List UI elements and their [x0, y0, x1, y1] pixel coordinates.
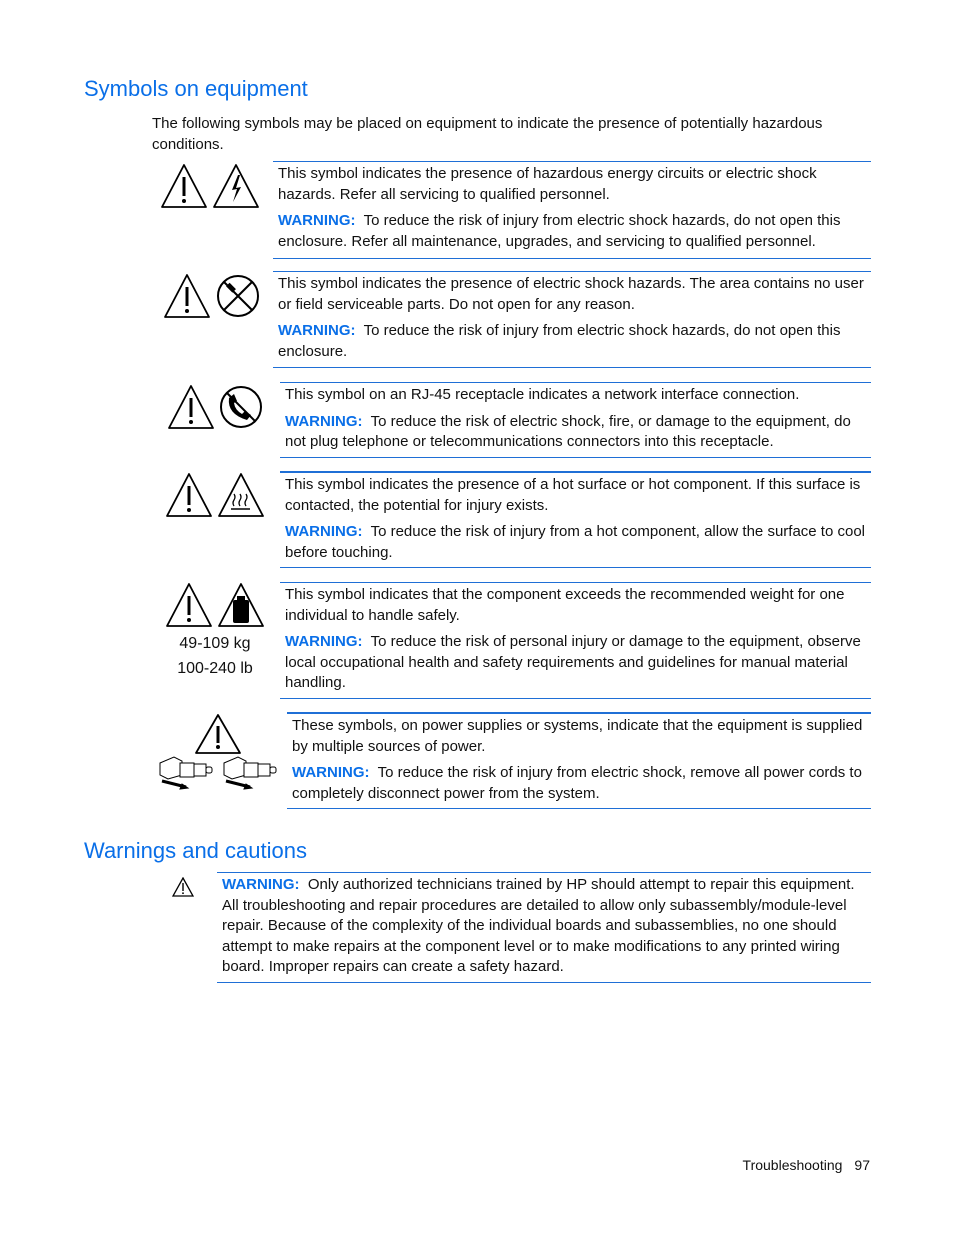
warning-text: Only authorized technicians trained by H…: [222, 876, 855, 975]
symbol-icons: [167, 384, 267, 434]
no-tools-icon: [217, 275, 259, 317]
symbol-icons: [165, 472, 267, 522]
warning-triangle-icon: [166, 473, 212, 517]
symbol-description: This symbol indicates the presence of el…: [278, 275, 864, 313]
warning-label: WARNING:: [278, 322, 356, 339]
symbol-row: These symbols, on power supplies or syst…: [287, 712, 871, 809]
electric-shock-icon: [213, 164, 259, 208]
warning-text: To reduce the risk of personal injury or…: [285, 633, 861, 691]
symbol-description: This symbol indicates that the component…: [285, 586, 845, 624]
weight-caption-lb: 100-240 lb: [177, 660, 253, 677]
warning-label: WARNING:: [292, 764, 370, 781]
warning-label: WARNING:: [285, 523, 363, 540]
footer-section: Troubleshooting: [742, 1157, 843, 1173]
general-warning: WARNING: Only authorized technicians tra…: [217, 872, 871, 983]
power-cord-icon: [223, 756, 277, 790]
warning-label: WARNING:: [278, 212, 356, 229]
warning-label: WARNING:: [285, 633, 363, 650]
section-heading-warnings: Warnings and cautions: [84, 838, 307, 863]
warning-text: To reduce the risk of injury from a hot …: [285, 523, 865, 561]
symbol-icons: [156, 713, 282, 797]
intro-text: The following symbols may be placed on e…: [152, 115, 823, 153]
page-footer: Troubleshooting 97: [731, 1157, 870, 1173]
heavy-weight-icon: [218, 583, 264, 627]
warning-triangle-icon: [168, 385, 214, 429]
hot-surface-icon: [218, 473, 264, 517]
warning-label: WARNING:: [222, 876, 300, 893]
warning-text: To reduce the risk of electric shock, fi…: [285, 412, 851, 451]
symbol-row: This symbol indicates the presence of ha…: [273, 161, 871, 259]
symbol-row: This symbol indicates the presence of el…: [273, 271, 871, 368]
warning-triangle-icon: [164, 274, 210, 318]
warning-triangle-icon: [195, 714, 241, 754]
symbol-icons: [163, 273, 263, 323]
symbol-description: This symbol indicates the presence of ha…: [278, 165, 817, 203]
symbol-row: This symbol on an RJ-45 receptacle indic…: [280, 382, 871, 458]
symbol-row: This symbol indicates that the component…: [280, 582, 871, 699]
warning-triangle-icon: [166, 583, 212, 627]
symbol-icons: [160, 163, 264, 213]
symbol-description: These symbols, on power supplies or syst…: [292, 717, 863, 755]
power-cord-icon: [159, 756, 213, 790]
weight-caption-kg: 49-109 kg: [179, 635, 251, 652]
section-heading-symbols: Symbols on equipment: [84, 76, 308, 101]
symbol-row: This symbol indicates the presence of a …: [280, 471, 871, 568]
warning-triangle-icon: [161, 164, 259, 208]
warning-label: WARNING:: [285, 412, 363, 430]
symbol-icons: [165, 582, 267, 632]
no-telephone-icon: [220, 386, 262, 428]
symbol-description: This symbol on an RJ-45 receptacle indic…: [285, 386, 800, 403]
page-number: 97: [854, 1157, 870, 1173]
warning-triangle-icon: [172, 877, 194, 897]
warning-text: To reduce the risk of injury from electr…: [278, 212, 841, 250]
warning-text: To reduce the risk of injury from electr…: [292, 764, 862, 802]
warning-text: To reduce the risk of injury from electr…: [278, 322, 841, 360]
symbol-description: This symbol indicates the presence of a …: [285, 476, 861, 514]
